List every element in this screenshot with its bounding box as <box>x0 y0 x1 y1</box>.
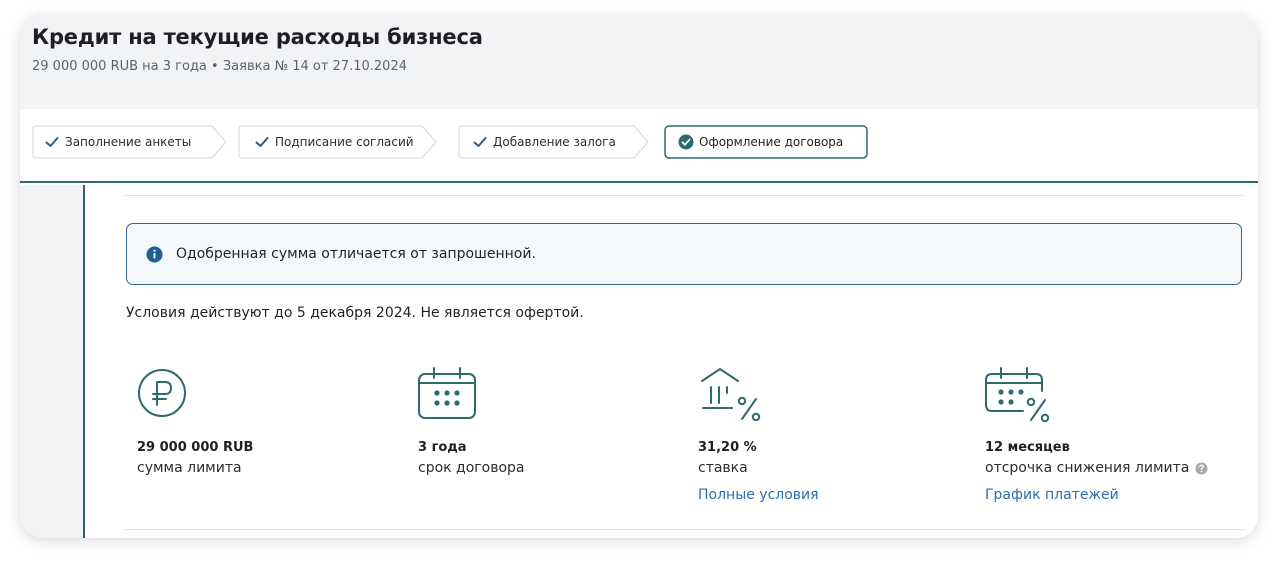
notice-text: Одобренная сумма отличается от запрошенн… <box>176 246 536 262</box>
main-area: Одобренная сумма отличается от запрошенн… <box>20 185 1258 538</box>
progress-stepper: Заполнение анкеты Подписание согласий До… <box>20 109 1258 183</box>
checkmark-icon <box>473 137 487 147</box>
credit-application-card: Кредит на текущие расходы бизнеса 29 000… <box>20 15 1258 538</box>
step-label: Оформление договора <box>699 135 844 149</box>
page-subtitle: 29 000 000 RUB на 3 года • Заявка № 14 о… <box>32 59 407 74</box>
step-label: Заполнение анкеты <box>65 135 192 149</box>
step-application-form[interactable]: Заполнение анкеты <box>32 125 228 159</box>
divider <box>124 529 1244 530</box>
full-terms-link[interactable]: Полные условия <box>698 487 819 503</box>
step-label: Добавление залога <box>493 135 616 149</box>
divider <box>124 195 1244 196</box>
step-contract[interactable]: Оформление договора <box>664 125 868 159</box>
check-circle-icon <box>678 134 694 150</box>
condition-label-row: отсрочка снижения лимита <box>985 460 1208 476</box>
ruble-icon <box>138 369 186 417</box>
condition-value: 31,20 % <box>698 440 757 455</box>
step-collateral[interactable]: Добавление залога <box>458 125 650 159</box>
step-label: Подписание согласий <box>275 135 414 149</box>
help-icon[interactable] <box>1195 461 1208 475</box>
condition-label: сумма лимита <box>137 460 242 476</box>
condition-label: ставка <box>698 460 748 476</box>
condition-value: 3 года <box>418 440 467 455</box>
calendar-icon <box>418 367 476 419</box>
payment-schedule-link[interactable]: График платежей <box>985 487 1119 503</box>
step-consents[interactable]: Подписание согласий <box>238 125 438 159</box>
calendar-percent-icon <box>985 367 1050 423</box>
checkmark-icon <box>255 137 269 147</box>
info-icon <box>146 245 163 263</box>
condition-value: 12 месяцев <box>985 440 1070 455</box>
terms-note: Условия действуют до 5 декабря 2024. Не … <box>126 305 584 321</box>
info-notice: Одобренная сумма отличается от запрошенн… <box>126 223 1242 285</box>
offer-content: Одобренная сумма отличается от запрошенн… <box>85 185 1258 538</box>
condition-label: срок договора <box>418 460 525 476</box>
page-header: Кредит на текущие расходы бизнеса 29 000… <box>20 15 1258 109</box>
bank-percent-icon <box>701 368 761 422</box>
checkmark-icon <box>45 137 59 147</box>
condition-value: 29 000 000 RUB <box>137 440 254 455</box>
page-title: Кредит на текущие расходы бизнеса <box>32 25 483 49</box>
condition-label: отсрочка снижения лимита <box>985 460 1190 476</box>
